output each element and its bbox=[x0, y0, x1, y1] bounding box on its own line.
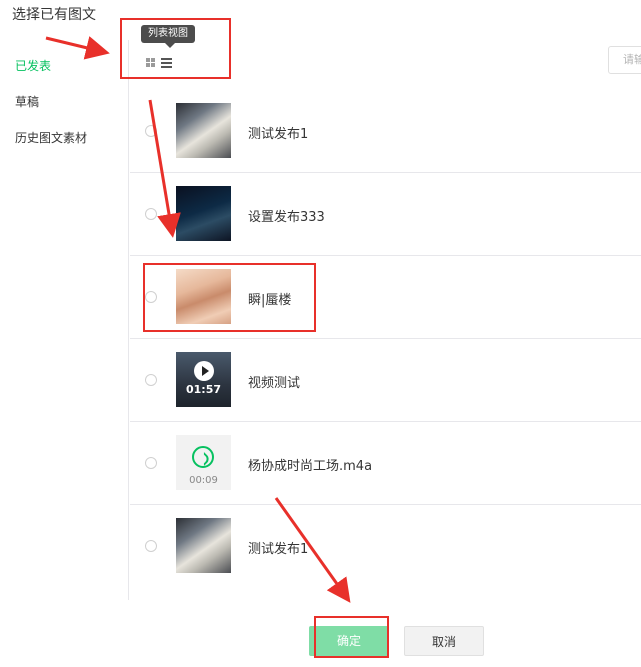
play-icon bbox=[194, 361, 214, 381]
radio-button[interactable] bbox=[145, 208, 157, 220]
list-item[interactable]: 00:09 杨协成时尚工场.m4a bbox=[130, 422, 641, 505]
list-item[interactable]: 测试发布1 bbox=[130, 505, 641, 587]
sidebar-item-published[interactable]: 已发表 bbox=[15, 57, 51, 74]
confirm-button[interactable]: 确定 bbox=[309, 626, 389, 656]
item-title: 测试发布1 bbox=[248, 542, 309, 557]
video-duration: 01:57 bbox=[185, 383, 221, 396]
grid-view-icon[interactable] bbox=[144, 55, 158, 69]
radio-button[interactable] bbox=[145, 540, 157, 552]
tooltip: 列表视图 bbox=[141, 25, 195, 48]
sidebar: 已发表 草稿 历史图文素材 bbox=[0, 40, 129, 600]
item-title: 测试发布1 bbox=[248, 127, 309, 142]
sidebar-item-drafts[interactable]: 草稿 bbox=[15, 93, 39, 110]
item-title: 瞬|蜃楼 bbox=[248, 293, 292, 308]
radio-button[interactable] bbox=[145, 457, 157, 469]
newspaper-image bbox=[176, 518, 231, 573]
radio-button[interactable] bbox=[145, 125, 157, 137]
night-scene-image bbox=[176, 186, 231, 241]
item-title: 杨协成时尚工场.m4a bbox=[248, 459, 373, 474]
radio-button[interactable] bbox=[145, 291, 157, 303]
view-toggle bbox=[144, 55, 178, 71]
list-item[interactable]: 瞬|蜃楼 bbox=[130, 256, 641, 339]
audio-thumbnail: 00:09 bbox=[176, 435, 231, 490]
search-input[interactable]: 请输 bbox=[608, 46, 641, 74]
dialog-title: 选择已有图文 bbox=[12, 7, 96, 23]
item-title: 视频测试 bbox=[248, 376, 301, 391]
sidebar-item-history[interactable]: 历史图文素材 bbox=[15, 129, 87, 146]
list-view-icon[interactable] bbox=[160, 55, 174, 69]
newspaper-image bbox=[176, 103, 231, 158]
audio-icon bbox=[192, 446, 214, 468]
radio-button[interactable] bbox=[145, 374, 157, 386]
audio-duration: 00:09 bbox=[189, 475, 218, 486]
desert-image bbox=[176, 269, 231, 324]
list-item[interactable]: 设置发布333 bbox=[130, 173, 641, 256]
list-item[interactable]: 01:57 视频测试 bbox=[130, 339, 641, 422]
item-title: 设置发布333 bbox=[248, 210, 325, 225]
cancel-button[interactable]: 取消 bbox=[404, 626, 484, 656]
list-item[interactable]: 测试发布1 bbox=[130, 90, 641, 173]
video-thumbnail: 01:57 bbox=[176, 352, 231, 407]
